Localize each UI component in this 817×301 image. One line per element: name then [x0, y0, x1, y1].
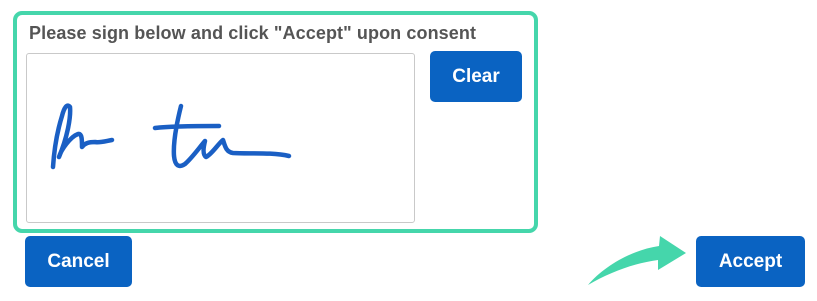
- signature-consent-dialog: Please sign below and click "Accept" upo…: [0, 0, 817, 301]
- consent-frame: Please sign below and click "Accept" upo…: [13, 11, 538, 233]
- clear-button[interactable]: Clear: [430, 51, 522, 102]
- signature-pad[interactable]: [26, 53, 415, 223]
- signature-stroke: [50, 103, 292, 170]
- arrow-right-icon: [588, 236, 686, 285]
- cancel-button[interactable]: Cancel: [25, 236, 132, 287]
- accept-button[interactable]: Accept: [696, 236, 805, 287]
- consent-prompt: Please sign below and click "Accept" upo…: [29, 23, 477, 43]
